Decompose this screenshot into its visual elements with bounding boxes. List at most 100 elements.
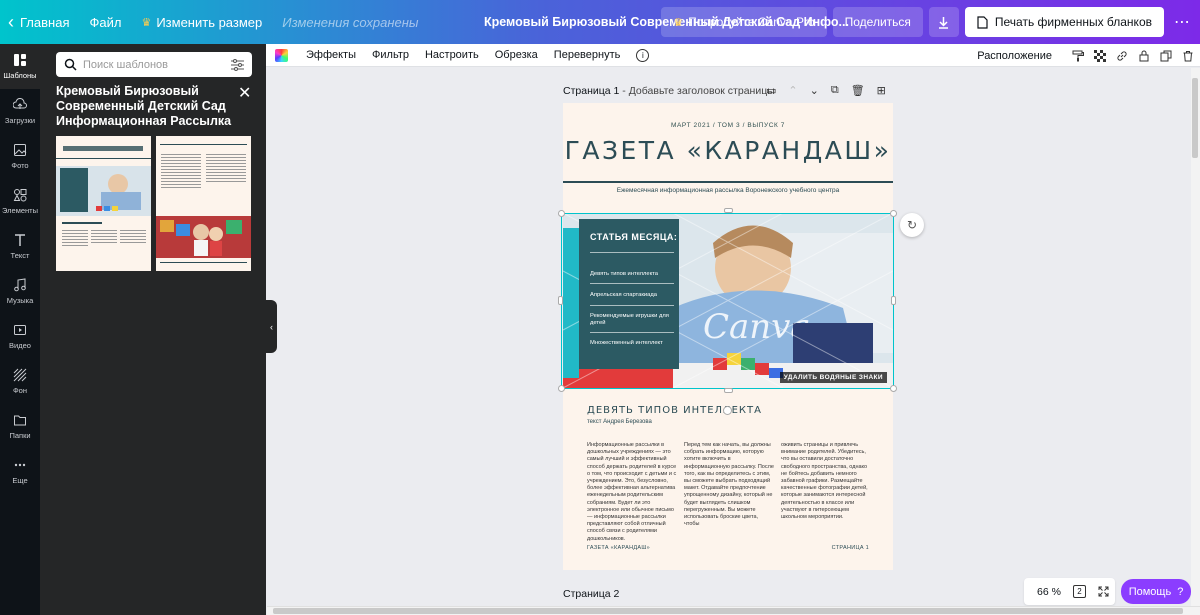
- background-icon: [13, 368, 27, 382]
- more-menu-icon[interactable]: ⋯: [1170, 7, 1194, 37]
- resize-handle[interactable]: [891, 296, 896, 305]
- crown-icon: ♛: [141, 16, 152, 29]
- notes-icon[interactable]: ▭: [766, 84, 776, 97]
- rail-item-photos[interactable]: Фото: [0, 134, 40, 179]
- resize-handle[interactable]: [724, 388, 733, 393]
- resize-button[interactable]: ♛ Изменить размер: [131, 7, 272, 37]
- rail-item-templates[interactable]: Шаблоны: [0, 44, 40, 89]
- page-2-label[interactable]: Страница 2: [563, 588, 619, 600]
- duplicate-page-icon[interactable]: ⧉: [831, 84, 839, 97]
- try-pro-button[interactable]: ♛ Попробуйте Canva Pro: [661, 7, 827, 37]
- template-title: Кремовый Бирюзовый Современный Детский С…: [56, 84, 232, 128]
- rotate-handle[interactable]: [723, 406, 732, 415]
- video-icon: [14, 325, 26, 335]
- vertical-scrollbar[interactable]: [1191, 68, 1200, 606]
- delete-page-icon[interactable]: 🗑: [851, 84, 865, 97]
- rail-label: Шаблоны: [3, 71, 37, 80]
- rail-label: Музыка: [6, 296, 34, 305]
- article-column-1: Информационные рассылки в дошкольных учр…: [587, 442, 677, 542]
- save-status: Изменения сохранены: [282, 14, 419, 30]
- chevron-up-icon[interactable]: ⌃: [788, 84, 797, 97]
- rail-item-more[interactable]: Еще: [0, 449, 40, 494]
- resize-handle[interactable]: [724, 208, 733, 213]
- article-box-title: СТАТЬЯ МЕСЯЦА:: [590, 232, 678, 242]
- home-button[interactable]: ‹ Главная: [0, 7, 79, 37]
- resize-handle[interactable]: [890, 385, 897, 392]
- divider: [590, 332, 674, 333]
- divider: [590, 305, 674, 306]
- chevron-left-icon: ‹: [8, 12, 14, 32]
- resize-handle[interactable]: [890, 210, 897, 217]
- color-picker-icon[interactable]: [275, 48, 288, 62]
- download-icon: [939, 16, 949, 29]
- elements-icon: [13, 189, 27, 202]
- resize-handle[interactable]: [558, 296, 563, 305]
- home-label: Главная: [20, 14, 70, 30]
- rail-item-folders[interactable]: Папки: [0, 404, 40, 449]
- rail-item-video[interactable]: Видео: [0, 314, 40, 359]
- music-icon: [14, 278, 26, 292]
- filter-settings-icon[interactable]: [231, 58, 244, 71]
- top-bar: ‹ Главная Файл ♛ Изменить размер Изменен…: [0, 0, 1200, 44]
- effects-button[interactable]: Эффекты: [306, 49, 356, 61]
- file-menu[interactable]: Файл: [79, 7, 131, 37]
- duplicate-icon[interactable]: [1160, 50, 1172, 62]
- page-tools: ▭ ⌃ ⌄ ⧉ 🗑 ⊞: [766, 84, 886, 97]
- template-search[interactable]: [56, 52, 252, 77]
- horizontal-scrollbar[interactable]: [267, 606, 1200, 615]
- close-icon[interactable]: ✕: [238, 83, 251, 103]
- scrollbar-thumb[interactable]: [1192, 78, 1198, 158]
- rail-item-text[interactable]: Текст: [0, 224, 40, 269]
- flip-button[interactable]: Перевернуть: [554, 49, 621, 61]
- rail-label: Еще: [12, 476, 28, 485]
- article-column-2: Перед тем как начать, вы должны собрать …: [684, 442, 774, 528]
- templates-panel: Кремовый Бирюзовый Современный Детский С…: [40, 44, 266, 615]
- resize-handle[interactable]: [558, 210, 565, 217]
- link-icon[interactable]: [1116, 50, 1128, 62]
- share-button[interactable]: Поделиться: [832, 7, 923, 37]
- rail-label: Загрузки: [4, 116, 36, 125]
- footer-page: СТРАНИЦА 1: [831, 545, 869, 551]
- rail-item-background[interactable]: Фон: [0, 359, 40, 404]
- page-count-button[interactable]: 2: [1072, 585, 1086, 598]
- zoom-level[interactable]: 66 %: [1037, 586, 1061, 598]
- crop-button[interactable]: Обрезка: [495, 49, 538, 61]
- rail-item-uploads[interactable]: Загрузки: [0, 89, 40, 134]
- download-button[interactable]: [928, 7, 959, 37]
- position-button[interactable]: Расположение: [977, 50, 1052, 62]
- fullscreen-icon[interactable]: [1098, 586, 1109, 597]
- article-byline: текст Андрея Березова: [587, 419, 652, 425]
- folder-icon: [14, 415, 26, 426]
- page-title-hint[interactable]: - Добавьте заголовок страницы: [619, 85, 775, 97]
- newsletter-subtitle: Ежемесячная информационная рассылка Воро…: [616, 187, 840, 194]
- newsletter-page[interactable]: МАРТ 2021 / ТОМ 3 / ВЫПУСК 7 ГАЗЕТА «КАР…: [563, 103, 893, 570]
- filter-button[interactable]: Фильтр: [372, 49, 409, 61]
- template-page-thumbnail-2[interactable]: [156, 136, 251, 271]
- lock-icon[interactable]: [1138, 50, 1150, 62]
- chevron-down-icon[interactable]: ⌄: [810, 84, 819, 97]
- info-icon[interactable]: i: [636, 48, 650, 62]
- print-button[interactable]: Печать фирменных бланков: [964, 7, 1164, 37]
- page-1-label[interactable]: Страница 1 - Добавьте заголовок страницы: [563, 85, 775, 97]
- transparency-icon[interactable]: [1094, 49, 1106, 62]
- refresh-icon[interactable]: ↻: [900, 213, 924, 237]
- help-button[interactable]: Помощь ?: [1121, 579, 1191, 604]
- rail-item-music[interactable]: Музыка: [0, 269, 40, 314]
- hero-photo[interactable]: Canva СТАТЬЯ МЕСЯЦА: Девять типов интелл…: [563, 213, 893, 388]
- trash-icon[interactable]: [1182, 50, 1194, 62]
- zoom-control[interactable]: 66 % 2: [1024, 578, 1115, 605]
- rail-label: Папки: [9, 431, 31, 440]
- paint-roller-icon[interactable]: [1072, 50, 1084, 62]
- rail-label: Текст: [10, 251, 30, 260]
- scrollbar-thumb[interactable]: [273, 608, 1183, 614]
- template-page-thumbnail-1[interactable]: [56, 136, 151, 271]
- add-page-icon[interactable]: ⊞: [877, 84, 886, 97]
- resize-handle[interactable]: [558, 385, 565, 392]
- search-input[interactable]: [83, 58, 231, 71]
- upload-icon: [13, 98, 27, 109]
- rail-item-elements[interactable]: Элементы: [0, 179, 40, 224]
- collapse-panel-button[interactable]: ‹: [266, 300, 277, 353]
- article-link: Девять типов интеллекта: [590, 271, 658, 277]
- adjust-button[interactable]: Настроить: [425, 49, 479, 61]
- remove-watermarks-button[interactable]: УДАЛИТЬ ВОДЯНЫЕ ЗНАКИ: [779, 372, 887, 383]
